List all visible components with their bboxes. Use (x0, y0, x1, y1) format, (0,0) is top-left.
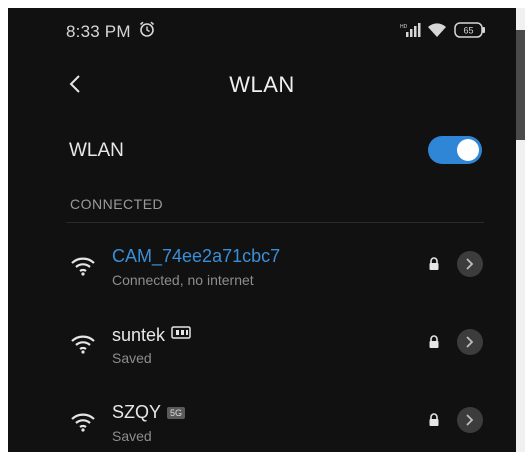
network-name-wrapper: suntek (112, 324, 191, 346)
network-item[interactable]: suntek Saved (8, 316, 516, 386)
network-name: SZQY (112, 402, 162, 422)
network-details-button[interactable] (457, 251, 483, 277)
network-details-button[interactable] (457, 407, 483, 433)
network-status: Connected, no internet (112, 272, 254, 288)
header: WLAN (8, 56, 516, 116)
network-status: Saved (112, 428, 152, 444)
cellular-signal-icon: HD (400, 23, 422, 42)
wifi-status-icon (426, 22, 448, 43)
wifi-signal-icon (70, 256, 96, 281)
chevron-right-icon (466, 414, 474, 426)
wlan-toggle-switch[interactable] (428, 136, 482, 164)
wlan-toggle-label: WLAN (69, 140, 124, 161)
wifi-signal-icon (70, 412, 96, 437)
battery-level: 65 (463, 26, 473, 36)
network-name-wrapper: SZQY 5G (112, 402, 186, 423)
battery-icon: 65 (454, 22, 486, 43)
phone-screen: 8:33 PM HD 65 WLAN WLAN CONNECTED CAM_74… (8, 8, 516, 452)
alarm-clock-icon (138, 20, 156, 43)
wifi-signal-icon (70, 334, 96, 359)
lock-icon (428, 257, 440, 276)
router-icon (171, 324, 191, 345)
band-badge: 5G (167, 407, 186, 419)
section-header-connected: CONNECTED (70, 196, 164, 212)
network-item[interactable]: CAM_74ee2a71cbc7 Connected, no internet (8, 238, 516, 308)
status-time: 8:33 PM (66, 22, 131, 41)
network-status: Saved (112, 350, 152, 366)
network-name: CAM_74ee2a71cbc7 (112, 246, 281, 266)
chevron-right-icon (466, 258, 474, 270)
lock-icon (428, 335, 440, 354)
network-item[interactable]: SZQY 5G Saved (8, 394, 516, 452)
lock-icon (428, 413, 440, 432)
network-name: suntek (112, 325, 166, 345)
svg-text:HD: HD (400, 24, 408, 30)
page-title: WLAN (229, 72, 295, 97)
divider (66, 222, 484, 223)
wlan-toggle-row[interactable]: WLAN (8, 120, 516, 176)
network-details-button[interactable] (457, 329, 483, 355)
chevron-right-icon (466, 336, 474, 348)
status-bar: 8:33 PM HD 65 (8, 8, 516, 48)
toggle-knob (457, 139, 479, 161)
